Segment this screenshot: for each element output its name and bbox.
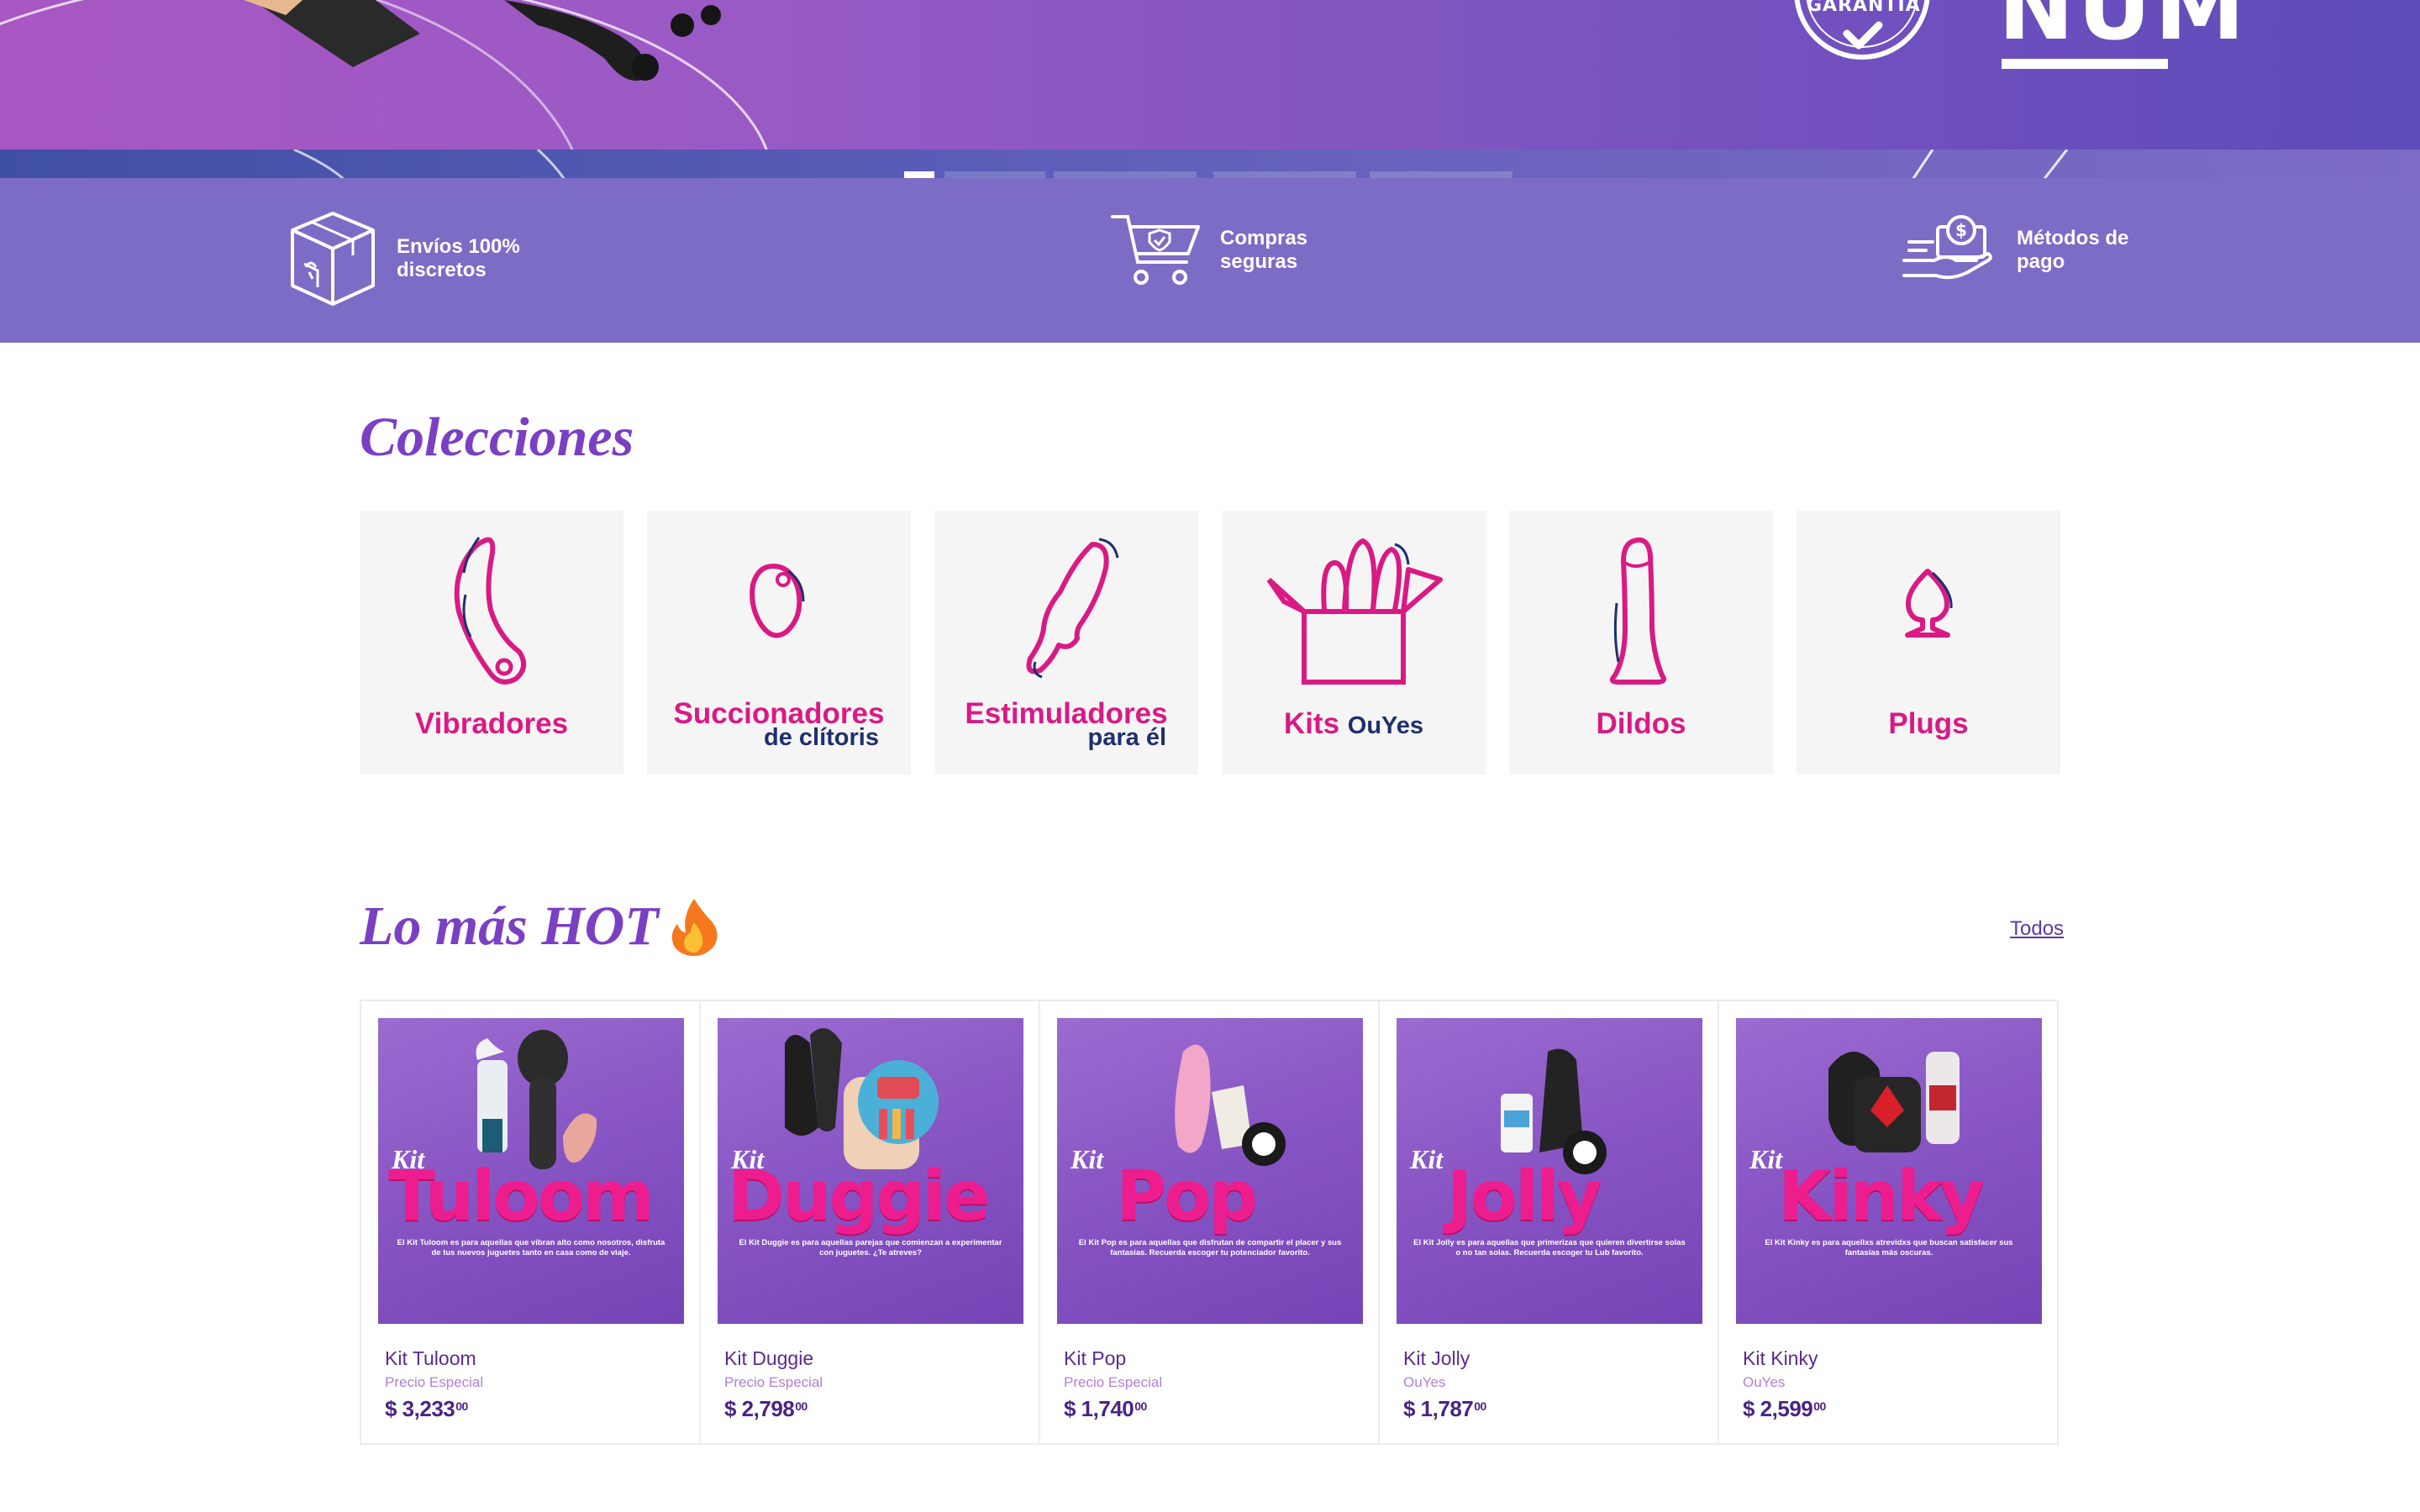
price-cents: 00 (455, 1399, 468, 1413)
collection-label-main: Kits (1283, 707, 1340, 740)
box-icon (291, 212, 375, 306)
product-name[interactable]: Kit Kinky (1743, 1347, 1818, 1370)
kit-prefix: Kit (1410, 1144, 1444, 1174)
benefit-label: Métodos de pago (2017, 227, 2129, 273)
kit-name-graphic: Jolly (1447, 1157, 1602, 1236)
product-subtitle: Precio Especial (1064, 1374, 1163, 1390)
product-image[interactable]: Kit Kinky El Kit Kinky es para aquellxs … (1736, 1018, 2042, 1324)
product-name[interactable]: Kit Duggie (724, 1347, 813, 1370)
product-image[interactable]: Kit Jolly El Kit Jolly es para aquellas … (1397, 1018, 1702, 1324)
strip-decoration (293, 148, 2069, 181)
kit-prefix: Kit (1071, 1144, 1104, 1174)
view-all-link[interactable]: Todos (2010, 917, 2064, 941)
kit-description: El Kit Tuloom es para aquellas que vibra… (397, 1238, 666, 1257)
product-card[interactable]: Kit Tuloom El Kit Tuloom es para aquella… (361, 1001, 701, 1443)
collection-sublabel: de clítoris (764, 724, 879, 751)
collection-label: Dildos (1596, 707, 1686, 740)
collection-card-estimuladores[interactable]: Estimuladores para él (934, 511, 1198, 774)
hot-title-text: Lo más HOT (360, 895, 659, 957)
price-cents: 00 (1474, 1399, 1486, 1413)
collection-label: Vibradores (414, 707, 569, 740)
slide-dot-5[interactable] (1370, 171, 1512, 178)
kit-name-graphic: Duggie (728, 1157, 991, 1236)
product-name[interactable]: Kit Jolly (1403, 1347, 1470, 1370)
collection-card-vibradores[interactable]: Vibradores (360, 511, 623, 774)
price-cents: 00 (1813, 1399, 1826, 1413)
product-image[interactable]: Kit Pop El Kit Pop es para aquellas que … (1057, 1018, 1363, 1324)
product-grid: Kit Tuloom El Kit Tuloom es para aquella… (360, 1000, 2059, 1445)
kit-name-graphic: Kinky (1778, 1157, 1985, 1236)
hot-title: Lo más HOT (360, 897, 721, 956)
price-main: $ 1,787 (1403, 1396, 1474, 1421)
benefit-discreet-shipping: Envíos 100% discretos (286, 208, 548, 309)
kit-description: El Kit Duggie es para aquellas parejas q… (739, 1238, 1002, 1257)
product-price: $ 2,79800 (724, 1396, 808, 1422)
price-cents: 00 (1134, 1399, 1147, 1413)
product-card[interactable]: Kit Jolly El Kit Jolly es para aquellas … (1380, 1001, 1719, 1443)
kit-description: El Kit Pop es para aquellas que disfruta… (1078, 1238, 1342, 1257)
collection-card-succionadores[interactable]: Succionadores de clítoris (647, 511, 911, 774)
flame-icon (671, 899, 718, 956)
price-cents: 00 (795, 1399, 808, 1413)
kit-name-graphic: Pop (1116, 1157, 1258, 1236)
benefit-secure-purchase: Compras seguras (1109, 208, 1321, 292)
product-name[interactable]: Kit Tuloom (385, 1347, 476, 1370)
cart-shield-icon (1111, 215, 1200, 285)
product-subtitle: OuYes (1403, 1374, 1446, 1390)
product-price: $ 1,74000 (1064, 1396, 1147, 1422)
benefit-label: Envíos 100% discretos (397, 235, 520, 281)
product-name[interactable]: Kit Pop (1064, 1347, 1126, 1370)
slide-dot-4[interactable] (1213, 171, 1356, 178)
product-image[interactable]: Kit Duggie El Kit Duggie es para aquella… (718, 1018, 1023, 1324)
kit-description: El Kit Jolly es para aquellas que primer… (1413, 1238, 1686, 1257)
price-main: $ 3,233 (385, 1396, 455, 1421)
hero-banner[interactable]: GARANTIA NUM (0, 0, 2420, 150)
hero-logo-underline (2002, 59, 2168, 69)
slide-dot-1[interactable] (904, 171, 934, 178)
seal-text: GARANTIA (1807, 0, 1921, 16)
product-image[interactable]: Kit Tuloom El Kit Tuloom es para aquella… (378, 1018, 684, 1324)
product-price: $ 3,23300 (385, 1396, 468, 1422)
kit-name-graphic: Tuloom (388, 1157, 655, 1236)
hero-logo: NUM (1998, 0, 2249, 60)
slider-dots-strip (0, 148, 2420, 181)
collections-title: Colecciones (360, 407, 634, 468)
product-subtitle: OuYes (1743, 1374, 1786, 1390)
collection-label: Kits OuYes (1222, 709, 1486, 738)
product-subtitle: Precio Especial (724, 1374, 823, 1390)
product-card[interactable]: Kit Kinky El Kit Kinky es para aquellxs … (1719, 1001, 2059, 1443)
collection-card-plugs[interactable]: Plugs (1797, 511, 2060, 774)
svg-text:$: $ (1955, 220, 1967, 240)
product-card[interactable]: Kit Duggie El Kit Duggie es para aquella… (701, 1001, 1040, 1443)
price-main: $ 2,798 (724, 1396, 795, 1421)
slide-dot-2[interactable] (944, 171, 1045, 178)
benefits-bar: Envíos 100% discretos Compras seguras $ … (0, 178, 2420, 343)
product-card[interactable]: Kit Pop El Kit Pop es para aquellas que … (1040, 1001, 1380, 1443)
product-price: $ 1,78700 (1403, 1396, 1486, 1422)
slide-dot-3[interactable] (1054, 171, 1197, 178)
collection-label-brand: OuYes (1347, 712, 1424, 739)
benefit-label: Compras seguras (1220, 227, 1308, 273)
collection-card-kits[interactable]: Kits OuYes (1222, 511, 1486, 774)
price-main: $ 1,740 (1064, 1396, 1134, 1421)
product-subtitle: Precio Especial (385, 1374, 484, 1390)
price-main: $ 2,599 (1743, 1396, 1813, 1421)
payment-hand-icon: $ (1902, 215, 1992, 280)
collection-card-dildos[interactable]: Dildos (1509, 511, 1773, 774)
collection-sublabel: para él (1087, 724, 1167, 751)
benefit-payment-methods: $ Métodos de pago (1901, 208, 2143, 292)
product-price: $ 2,59900 (1743, 1396, 1826, 1422)
kit-description: El Kit Kinky es para aquellxs atrevidxs … (1765, 1238, 2013, 1257)
collection-label: Plugs (1888, 707, 1969, 740)
